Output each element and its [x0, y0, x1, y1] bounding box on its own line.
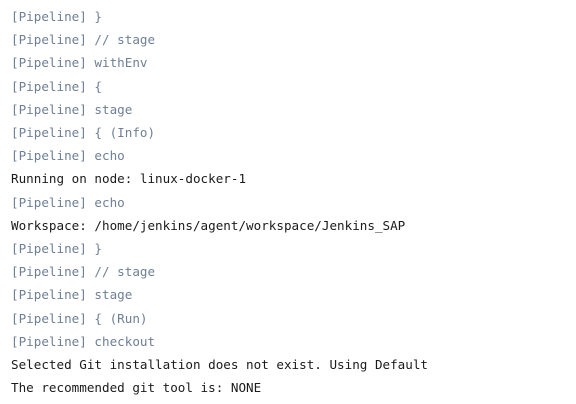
- log-output-line: Running on node: linux-docker-1: [11, 171, 247, 187]
- pipeline-step-line: [Pipeline] withEnv: [11, 55, 148, 71]
- pipeline-step-line: [Pipeline] stage: [11, 101, 133, 117]
- pipeline-step-line: [Pipeline] {: [11, 78, 102, 94]
- console-output: [Pipeline] } [Pipeline] // stage [Pipeline…: [0, 0, 576, 404]
- log-output-line: Selected Git installation does not exist…: [11, 357, 429, 372]
- pipeline-step-line: [Pipeline] stage: [11, 287, 133, 303]
- log-output-line: Workspace: /home/jenkins/agent/workspace…: [11, 217, 406, 233]
- pipeline-step-line: [Pipeline] }: [11, 241, 102, 256]
- pipeline-step-line: [Pipeline] // stage: [11, 264, 156, 280]
- pipeline-step-line: [Pipeline] echo: [11, 194, 125, 210]
- pipeline-step-line: [Pipeline] { (Run): [11, 310, 148, 326]
- pipeline-step-line: [Pipeline] echo: [11, 148, 125, 164]
- log-output-line: The recommended git tool is: NONE: [11, 380, 262, 396]
- pipeline-step-line: [Pipeline] // stage: [11, 32, 156, 48]
- pipeline-step-line: [Pipeline] { (Info): [11, 125, 156, 140]
- pipeline-step-line: [Pipeline] checkout: [11, 333, 156, 349]
- pipeline-step-line: [Pipeline] }: [11, 9, 102, 24]
